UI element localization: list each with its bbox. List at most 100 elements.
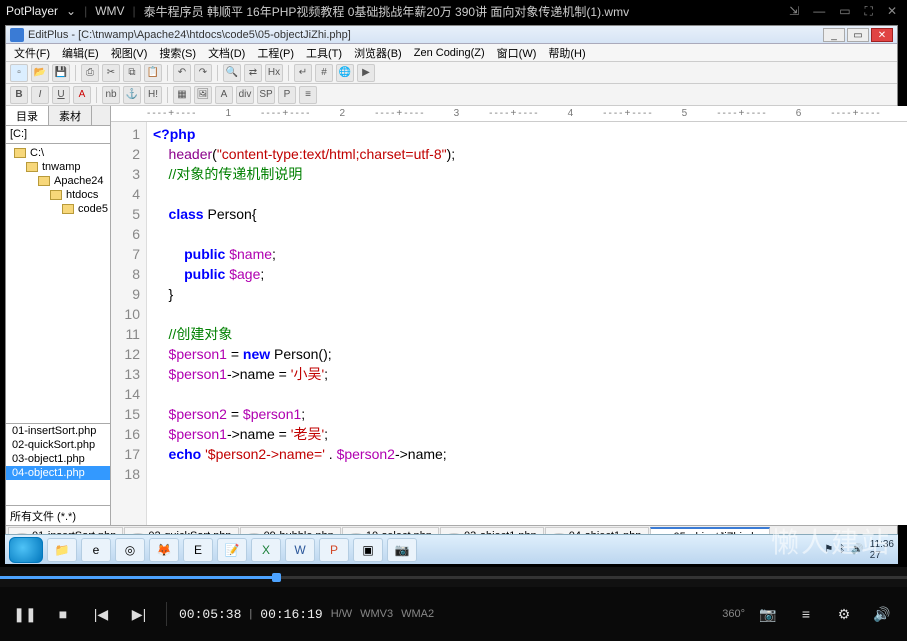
taskbar-ie-icon[interactable]: e (81, 538, 111, 562)
taskbar-app-icon[interactable]: ▣ (353, 538, 383, 562)
code-line[interactable]: $person1->name = '老吴'; (153, 424, 455, 444)
code-line[interactable]: public $name; (153, 244, 455, 264)
print-icon[interactable]: ⎙ (81, 64, 99, 82)
settings-icon[interactable]: ⚙ (829, 599, 859, 629)
menu-item[interactable]: 编辑(E) (58, 45, 103, 61)
minimize-icon[interactable]: — (809, 4, 829, 19)
find-icon[interactable]: 🔍 (223, 64, 241, 82)
taskbar-editplus-icon[interactable]: E (183, 538, 213, 562)
menu-item[interactable]: 文档(D) (204, 45, 249, 61)
file-list[interactable]: 01-insertSort.php02-quickSort.php03-obje… (6, 423, 110, 505)
code-line[interactable]: $person2 = $person1; (153, 404, 455, 424)
taskbar-firefox-icon[interactable]: 🦊 (149, 538, 179, 562)
menu-item[interactable]: 工程(P) (253, 45, 298, 61)
fullscreen-icon[interactable]: ⛶ (861, 4, 877, 19)
taskbar-word-icon[interactable]: W (285, 538, 315, 562)
para-icon[interactable]: P (278, 86, 296, 104)
italic-icon[interactable]: I (31, 86, 49, 104)
menu-item[interactable]: Zen Coding(Z) (410, 47, 489, 59)
capture-icon[interactable]: 📷 (753, 599, 783, 629)
sidebar-tab-directory[interactable]: 目录 (6, 106, 49, 125)
tree-node[interactable]: htdocs (8, 188, 108, 202)
taskbar-camera-icon[interactable]: 📷 (387, 538, 417, 562)
code-line[interactable] (153, 384, 455, 404)
bold-icon[interactable]: B (10, 86, 28, 104)
next-button[interactable]: ▶| (124, 599, 154, 629)
heading-icon[interactable]: H! (144, 86, 162, 104)
color-icon[interactable]: A (73, 86, 91, 104)
code-line[interactable]: $person1 = new Person(); (153, 344, 455, 364)
stop-button[interactable]: ■ (48, 599, 78, 629)
tree-node[interactable]: Apache24 (8, 174, 108, 188)
span-icon[interactable]: SP (257, 86, 275, 104)
code-line[interactable]: $person1->name = '小吴'; (153, 364, 455, 384)
link-icon[interactable]: A (215, 86, 233, 104)
folder-tree[interactable]: C:\tnwampApache24htdocscode5 (6, 144, 110, 423)
linenum-icon[interactable]: # (315, 64, 333, 82)
save-icon[interactable]: 💾 (52, 64, 70, 82)
code-editor[interactable]: ----+----1----+----2----+----3----+----4… (111, 106, 907, 525)
hex-icon[interactable]: Hx (265, 64, 283, 82)
vr-label[interactable]: 360° (722, 608, 745, 620)
run-icon[interactable]: ▶ (357, 64, 375, 82)
div-icon[interactable]: div (236, 86, 254, 104)
tree-node[interactable]: C:\ (8, 146, 108, 160)
menu-item[interactable]: 文件(F) (10, 45, 54, 61)
code-line[interactable]: header("content-type:text/html;charset=u… (153, 144, 455, 164)
start-button-icon[interactable] (9, 537, 43, 563)
browser-icon[interactable]: 🌐 (336, 64, 354, 82)
chevron-down-icon[interactable]: ⌄ (66, 4, 76, 18)
code-line[interactable]: //创建对象 (153, 324, 455, 344)
list-icon[interactable]: ≡ (299, 86, 317, 104)
taskbar-explorer-icon[interactable]: 📁 (47, 538, 77, 562)
new-file-icon[interactable]: ▫ (10, 64, 28, 82)
table-icon[interactable]: ▦ (173, 86, 191, 104)
code-line[interactable] (153, 184, 455, 204)
code-line[interactable]: <?php (153, 124, 455, 144)
taskbar-powerpoint-icon[interactable]: P (319, 538, 349, 562)
menu-item[interactable]: 工具(T) (302, 45, 346, 61)
menu-item[interactable]: 帮助(H) (544, 45, 589, 61)
code-line[interactable] (153, 304, 455, 324)
paste-icon[interactable]: 📋 (144, 64, 162, 82)
code-line[interactable]: //对象的传递机制说明 (153, 164, 455, 184)
prev-button[interactable]: |◀ (86, 599, 116, 629)
image-icon[interactable]: 🖼 (194, 86, 212, 104)
ep-minimize-icon[interactable]: _ (823, 28, 845, 42)
nbsp-icon[interactable]: nb (102, 86, 120, 104)
code-line[interactable]: } (153, 284, 455, 304)
pin-icon[interactable]: ⇲ (785, 4, 803, 19)
wrap-icon[interactable]: ↵ (294, 64, 312, 82)
file-item[interactable]: 04-object1.php (6, 466, 110, 480)
playlist-icon[interactable]: ≡ (791, 599, 821, 629)
menu-item[interactable]: 搜索(S) (155, 45, 200, 61)
taskbar-excel-icon[interactable]: X (251, 538, 281, 562)
undo-icon[interactable]: ↶ (173, 64, 191, 82)
code-line[interactable]: class Person{ (153, 204, 455, 224)
code-line[interactable] (153, 224, 455, 244)
code-line[interactable]: echo '$person2->name=' . $person2->name; (153, 444, 455, 464)
copy-icon[interactable]: ⧉ (123, 64, 141, 82)
file-item[interactable]: 02-quickSort.php (6, 438, 110, 452)
code-lines[interactable]: <?php header("content-type:text/html;cha… (147, 122, 461, 525)
drive-selector[interactable]: [C:] (6, 126, 110, 144)
open-file-icon[interactable]: 📂 (31, 64, 49, 82)
menu-item[interactable]: 浏览器(B) (350, 45, 406, 61)
file-item[interactable]: 01-insertSort.php (6, 424, 110, 438)
sidebar-tab-cliptext[interactable]: 素材 (49, 106, 92, 125)
cut-icon[interactable]: ✂ (102, 64, 120, 82)
code-line[interactable]: public $age; (153, 264, 455, 284)
close-icon[interactable]: ✕ (883, 4, 901, 19)
taskbar-chrome-icon[interactable]: ◎ (115, 538, 145, 562)
playback-progress[interactable] (0, 567, 907, 587)
tree-node[interactable]: tnwamp (8, 160, 108, 174)
pause-button[interactable]: ❚❚ (10, 599, 40, 629)
code-line[interactable] (153, 464, 455, 484)
menu-item[interactable]: 窗口(W) (493, 45, 541, 61)
ep-close-icon[interactable]: ✕ (871, 28, 893, 42)
redo-icon[interactable]: ↷ (194, 64, 212, 82)
maximize-icon[interactable]: ▭ (835, 4, 854, 19)
volume-icon[interactable]: 🔊 (867, 599, 897, 629)
menu-item[interactable]: 视图(V) (107, 45, 152, 61)
file-item[interactable]: 03-object1.php (6, 452, 110, 466)
